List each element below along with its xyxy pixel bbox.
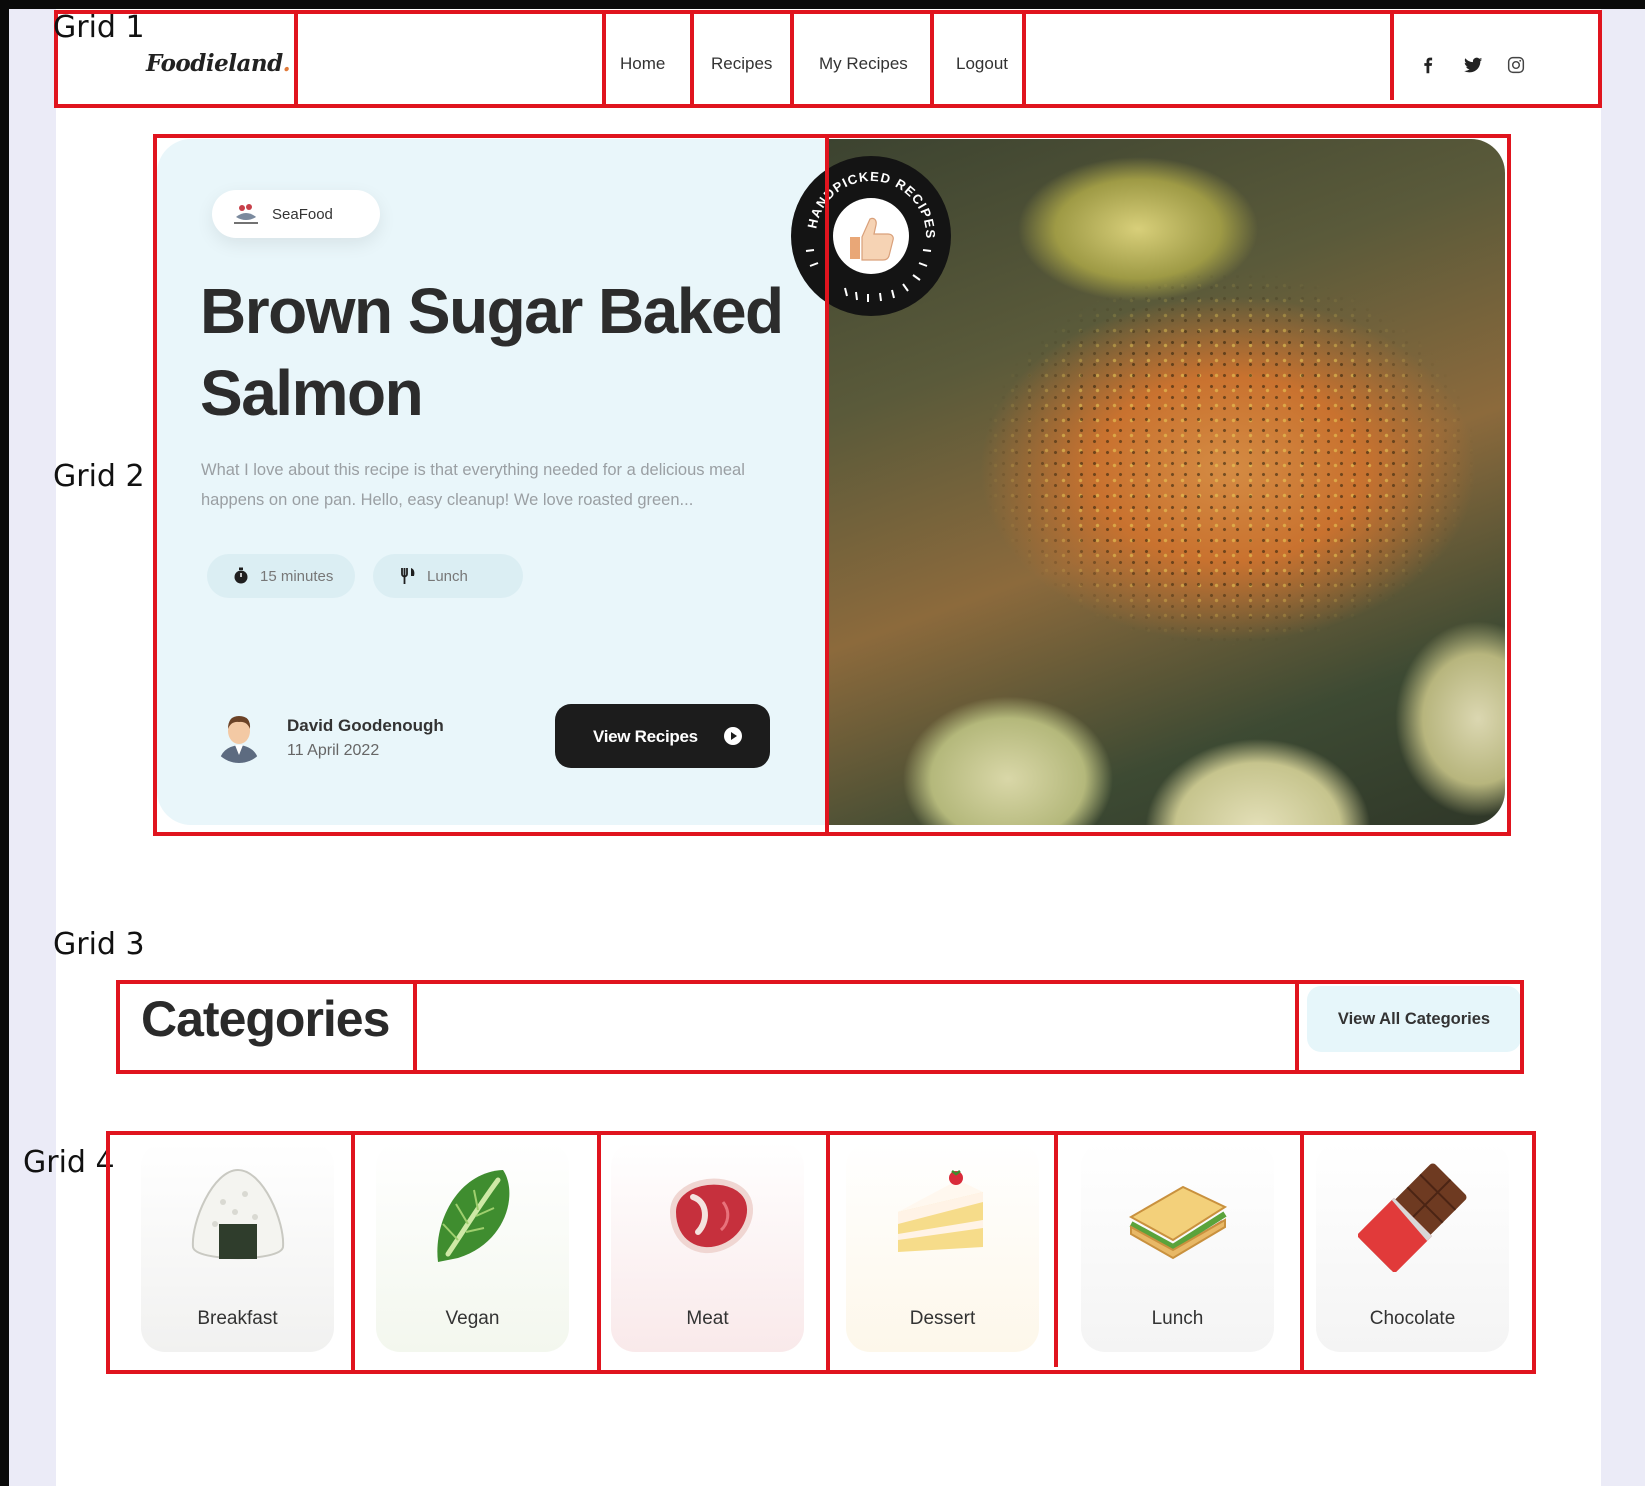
grid-1-cell-divider xyxy=(1022,10,1026,108)
grid-4-cell-divider xyxy=(1054,1131,1058,1367)
grid-1-cell-divider xyxy=(930,10,934,108)
grid-3-cell-divider xyxy=(1295,980,1299,1074)
grid-1-cell-divider xyxy=(790,10,794,108)
brand-logo[interactable]: Foodieland. xyxy=(146,50,291,77)
nav-link-recipes[interactable]: Recipes xyxy=(711,54,772,74)
grid-3-label: Grid 3 xyxy=(53,927,145,962)
grid-2-outline xyxy=(153,134,1511,836)
window-left-edge xyxy=(0,0,9,1486)
grid-4-label: Grid 4 xyxy=(23,1145,115,1180)
facebook-icon[interactable] xyxy=(1417,54,1439,76)
twitter-icon[interactable] xyxy=(1462,54,1484,76)
nav-link-home[interactable]: Home xyxy=(620,54,665,74)
grid-1-cell-divider xyxy=(1390,10,1394,100)
grid-4-cell-divider xyxy=(826,1131,830,1374)
grid-1-label: Grid 1 xyxy=(53,10,145,45)
grid-4-cell-divider xyxy=(351,1131,355,1374)
grid-3-outline xyxy=(116,980,1524,1074)
grid-4-cell-divider xyxy=(1300,1131,1304,1374)
grid-4-cell-divider xyxy=(597,1131,601,1374)
grid-1-cell-divider xyxy=(690,10,694,108)
nav-link-logout[interactable]: Logout xyxy=(956,54,1008,74)
brand-name: Foodieland xyxy=(146,50,283,77)
window-top-edge xyxy=(0,0,1645,9)
grid-4-outline xyxy=(106,1131,1536,1374)
nav-link-my-recipes[interactable]: My Recipes xyxy=(819,54,908,74)
grid-3-cell-divider xyxy=(413,980,417,1074)
grid-2-label: Grid 2 xyxy=(53,459,145,494)
grid-1-cell-divider xyxy=(602,10,606,108)
instagram-icon[interactable] xyxy=(1505,54,1527,76)
brand-dot: . xyxy=(282,50,291,77)
grid-1-cell-divider xyxy=(294,10,298,108)
grid-2-cell-divider xyxy=(825,134,829,836)
